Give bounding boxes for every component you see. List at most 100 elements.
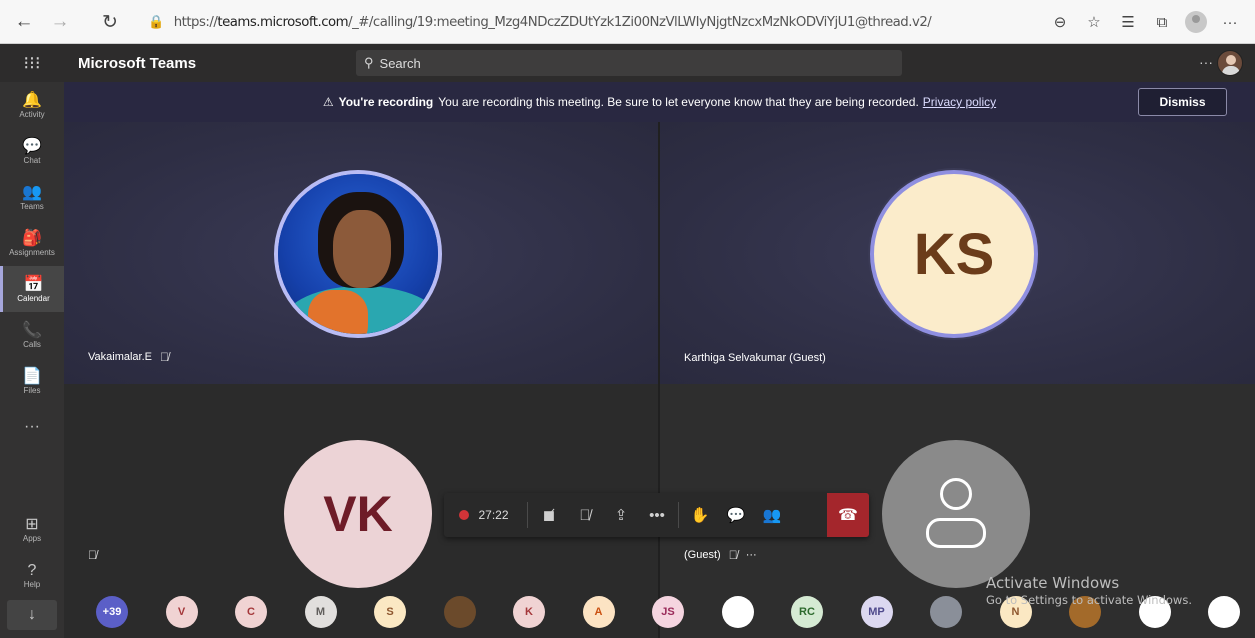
- mic-off-icon[interactable]: 🎙̸: [567, 493, 603, 537]
- rail-item-files[interactable]: 📄 Files: [0, 358, 64, 404]
- recording-timer: 27:22: [444, 508, 524, 522]
- bell-icon: 🔔: [22, 91, 42, 109]
- rail-item-chat[interactable]: 💬 Chat: [0, 128, 64, 174]
- chat-icon: 💬: [22, 137, 42, 155]
- activate-windows-watermark: Activate Windows Go to Settings to activ…: [986, 574, 1192, 607]
- url-prefix: https://: [173, 14, 218, 30]
- rail-label: Apps: [22, 533, 42, 543]
- rail-label: Teams: [20, 201, 44, 211]
- warning-icon: ⚠: [322, 95, 334, 109]
- participant-name-text: (Guest): [684, 549, 721, 561]
- user-avatar[interactable]: [1217, 50, 1243, 76]
- reload-icon[interactable]: ↻: [92, 4, 128, 40]
- participant-avatar[interactable]: +39: [96, 596, 128, 628]
- participant-avatar[interactable]: MP: [860, 596, 893, 628]
- participant-name: 🎙̸: [88, 548, 97, 562]
- rail-item-help[interactable]: ? Help: [0, 552, 64, 598]
- participant-avatar[interactable]: JS: [652, 596, 684, 628]
- camera-off-icon[interactable]: ◼̸: [531, 493, 567, 537]
- rail-item-activity[interactable]: 🔔 Activity: [0, 82, 64, 128]
- rail-label: Calendar: [17, 293, 50, 303]
- phone-icon: 📞: [22, 321, 42, 339]
- participant-tile[interactable]: KS Karthiga Selvakumar (Guest): [660, 122, 1255, 384]
- mic-muted-icon: 🎙̸: [160, 350, 169, 364]
- participant-avatar[interactable]: RC: [791, 596, 823, 628]
- collections-icon[interactable]: ⧉: [1145, 4, 1179, 40]
- participant-avatar[interactable]: [443, 596, 476, 628]
- search-input[interactable]: [379, 55, 880, 71]
- back-arrow-icon[interactable]: ←: [6, 4, 42, 40]
- app-title: Microsoft Teams: [78, 54, 197, 72]
- favorites-list-icon[interactable]: ☰: [1111, 4, 1145, 40]
- participant-photo: [274, 170, 442, 338]
- calendar-icon: 📅: [23, 275, 44, 293]
- participant-avatar[interactable]: S: [374, 596, 406, 628]
- participants-icon[interactable]: 👥: [754, 493, 790, 537]
- favorite-star-icon[interactable]: ☆: [1077, 4, 1111, 40]
- rail-item-teams[interactable]: 👥 Teams: [0, 174, 64, 220]
- recording-text: You are recording this meeting. Be sure …: [438, 95, 919, 109]
- profile-avatar[interactable]: [1179, 4, 1213, 40]
- participant-more-icon[interactable]: ···: [746, 549, 757, 561]
- teams-icon: 👥: [22, 183, 42, 201]
- participant-name: Vakaimalar.E 🎙̸: [88, 350, 169, 364]
- recording-title: You're recording: [338, 95, 434, 109]
- participant-avatar[interactable]: [1208, 596, 1240, 628]
- chat-icon[interactable]: 💬: [718, 493, 754, 537]
- participant-avatar[interactable]: [930, 596, 962, 628]
- file-icon: 📄: [22, 367, 42, 385]
- rail-label: Calls: [23, 339, 41, 349]
- help-icon: ?: [27, 561, 37, 579]
- watermark-line2: Go to Settings to activate Windows.: [986, 593, 1192, 607]
- record-dot-icon: [459, 510, 470, 520]
- participant-avatar[interactable]: M: [304, 596, 337, 628]
- rail-item-more[interactable]: ···: [0, 404, 64, 450]
- browser-menu-icon[interactable]: ···: [1213, 4, 1247, 40]
- lock-icon: 🔒: [148, 14, 164, 30]
- search-icon: ⚲: [364, 55, 374, 70]
- rail-label: Files: [23, 385, 41, 395]
- app-launcher-icon[interactable]: ⁝⁝⁝: [0, 44, 64, 82]
- search-box[interactable]: ⚲: [356, 50, 902, 76]
- rail-label: Assignments: [9, 247, 55, 257]
- share-screen-icon[interactable]: ⇪: [603, 493, 639, 537]
- participant-initials: VK: [284, 440, 432, 588]
- participant-name: Karthiga Selvakumar (Guest): [684, 352, 826, 364]
- zoom-icon[interactable]: ⊖: [1043, 4, 1077, 40]
- browser-actions: ⊖ ☆ ☰ ⧉ ···: [1043, 0, 1247, 44]
- participant-tile[interactable]: Vakaimalar.E 🎙̸: [64, 122, 658, 384]
- browser-toolbar: ← → ↻ 🔒 https://teams.microsoft.com/_#/c…: [0, 0, 1255, 44]
- forward-arrow-icon[interactable]: →: [42, 4, 78, 40]
- participant-avatar[interactable]: A: [582, 596, 615, 628]
- participant-avatar[interactable]: C: [235, 596, 267, 628]
- more-options-icon[interactable]: ···: [1199, 54, 1213, 70]
- assignments-icon: 🎒: [22, 229, 42, 247]
- participant-avatar[interactable]: V: [165, 596, 198, 628]
- url-host: teams.microsoft.com: [217, 14, 349, 30]
- rail-item-calls[interactable]: 📞 Calls: [0, 312, 64, 358]
- privacy-policy-link[interactable]: Privacy policy: [923, 95, 996, 109]
- more-actions-icon[interactable]: •••: [639, 493, 675, 537]
- divider: [678, 502, 679, 528]
- meeting-stage: ⚠ You're recording You are recording thi…: [64, 82, 1255, 638]
- hang-up-button[interactable]: ☎: [827, 493, 869, 537]
- raise-hand-icon[interactable]: ✋: [682, 493, 718, 537]
- divider: [527, 502, 528, 528]
- participant-avatar[interactable]: [721, 596, 754, 628]
- mic-muted-icon: 🎙̸: [88, 548, 97, 562]
- mic-muted-icon: 🎙̸: [728, 548, 738, 562]
- rail-item-assignments[interactable]: 🎒 Assignments: [0, 220, 64, 266]
- rail-item-apps[interactable]: ⊞ Apps: [0, 506, 64, 552]
- address-bar[interactable]: 🔒 https://teams.microsoft.com/_#/calling…: [148, 8, 1043, 36]
- guest-avatar-icon: [882, 440, 1030, 588]
- dismiss-button[interactable]: Dismiss: [1138, 88, 1227, 116]
- recording-banner: ⚠ You're recording You are recording thi…: [64, 82, 1255, 122]
- url-path: /_#/calling/19:meeting_Mzg4NDczZDUtYzk1Z…: [348, 14, 932, 30]
- participant-avatar[interactable]: K: [513, 596, 545, 628]
- participant-name-text: Karthiga Selvakumar (Guest): [684, 352, 826, 364]
- participant-name-text: Vakaimalar.E: [88, 351, 152, 363]
- download-icon[interactable]: ↓: [7, 600, 57, 630]
- watermark-line1: Activate Windows: [986, 574, 1120, 592]
- apps-icon: ⊞: [25, 515, 39, 533]
- rail-item-calendar[interactable]: 📅 Calendar: [0, 266, 64, 312]
